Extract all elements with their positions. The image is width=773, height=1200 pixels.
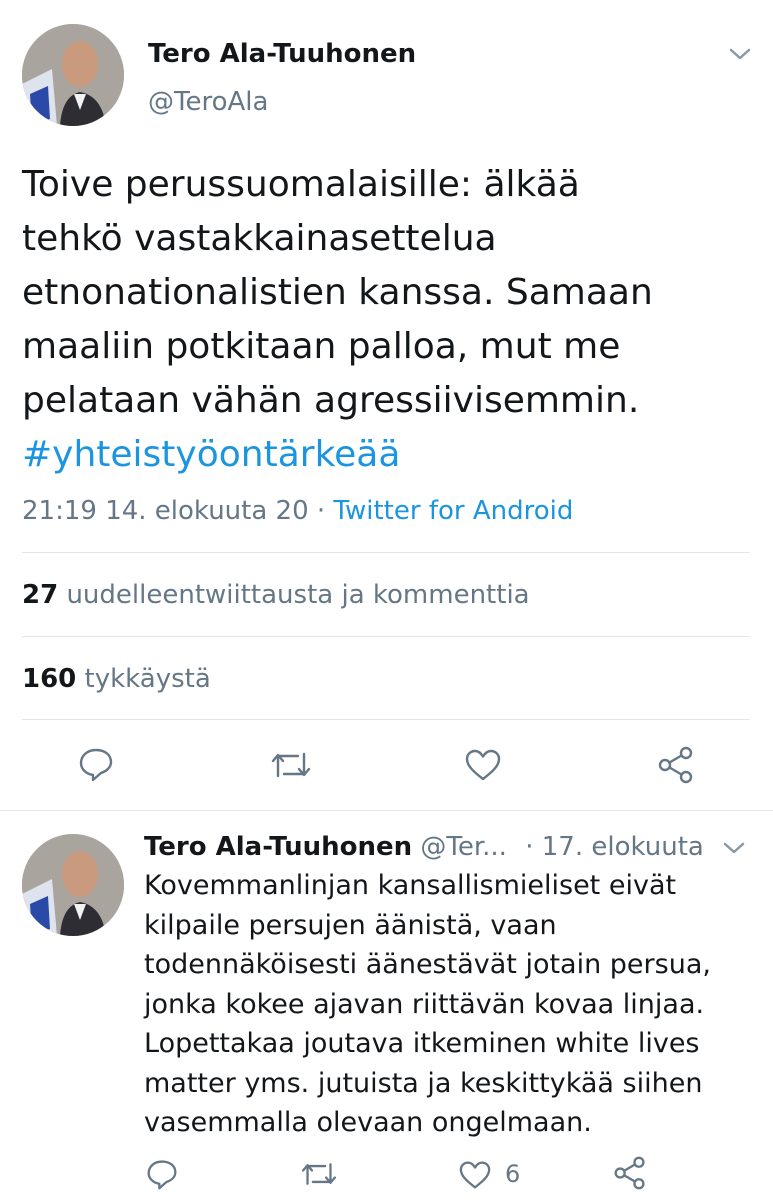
hashtag-link[interactable]: #yhteistyöontärkeää [22,428,653,482]
retweet-icon[interactable] [300,1159,338,1189]
author-name[interactable]: Tero Ala-Tuuhonen [148,38,416,70]
tweet-text-line: tehkö vastakkainasettelua [22,218,497,259]
divider [22,552,750,553]
tweet-text-line: maaliin potkitaan palloa, mut me [22,326,621,367]
avatar[interactable] [22,24,124,126]
tweet-text-line: pelataan vähän agressiivisemmin. [22,380,640,421]
divider [22,719,750,720]
source-link[interactable]: Twitter for Android [333,496,573,526]
reply-text-line: jonka kokee ajavan riittävän kovaa linja… [144,988,705,1020]
avatar-image [22,24,124,126]
retweet-stats[interactable]: 27 uudelleentwiittausta ja kommenttia [22,578,530,612]
meta-separator: · [316,496,326,526]
retweets-count: 27 [22,580,59,610]
chevron-down-icon[interactable] [728,46,752,62]
like-icon[interactable] [464,748,502,782]
author-handle[interactable]: @TeroAla [148,86,268,118]
like-icon[interactable] [458,1160,492,1190]
reply-text-line: todennäköisesti äänestävät jotain persua… [144,949,711,980]
thread-divider [0,810,773,811]
reply-like-count: 6 [505,1160,521,1188]
reply-icon[interactable] [146,1158,178,1190]
timestamp[interactable]: 21:19 14. elokuuta 20 [22,496,309,526]
share-icon[interactable] [656,746,696,784]
reply-date[interactable]: · 17. elokuuta [525,832,704,862]
like-stats[interactable]: 160 tykkäystä [22,662,211,696]
reply-header: Tero Ala-Tuuhonen @Ter... · 17. elokuuta [144,830,704,864]
author-name[interactable]: Tero Ala-Tuuhonen [144,832,412,862]
tweet-text-line: etnonationalistien kanssa. Samaan [22,272,653,313]
reply-icon[interactable] [78,746,114,782]
reply-text-line: matter yms. jutuista ja keskittykää siih… [144,1067,703,1099]
chevron-down-icon[interactable] [722,840,746,856]
retweets-label: uudelleentwiittausta ja kommenttia [66,580,530,610]
retweet-icon[interactable] [270,748,312,782]
likes-label: tykkäystä [84,664,211,694]
tweet-text-line: Toive perussuomalaisille: älkää [22,164,580,205]
avatar-image [22,834,124,936]
likes-count: 160 [22,664,77,694]
author-handle[interactable]: @Ter... [420,832,507,862]
tweet-text: Toive perussuomalaisille: älkää tehkö va… [22,158,653,482]
reply-text-line: kilpaile persujen äänistä, vaan [144,909,557,941]
tweet-meta: 21:19 14. elokuuta 20 · Twitter for Andr… [22,494,573,528]
reply-text: Kovemmanlinjan kansallismieliset eivät k… [144,866,711,1143]
reply-text-line: vasemmalla olevaan ongelmaan. [144,1107,592,1138]
reply-text-line: Lopettakaa joutava itkeminen white lives [144,1028,700,1059]
reply-text-line: Kovemmanlinjan kansallismieliset eivät [144,870,677,901]
avatar[interactable] [22,834,124,936]
divider [22,636,750,637]
share-icon[interactable] [612,1156,648,1190]
